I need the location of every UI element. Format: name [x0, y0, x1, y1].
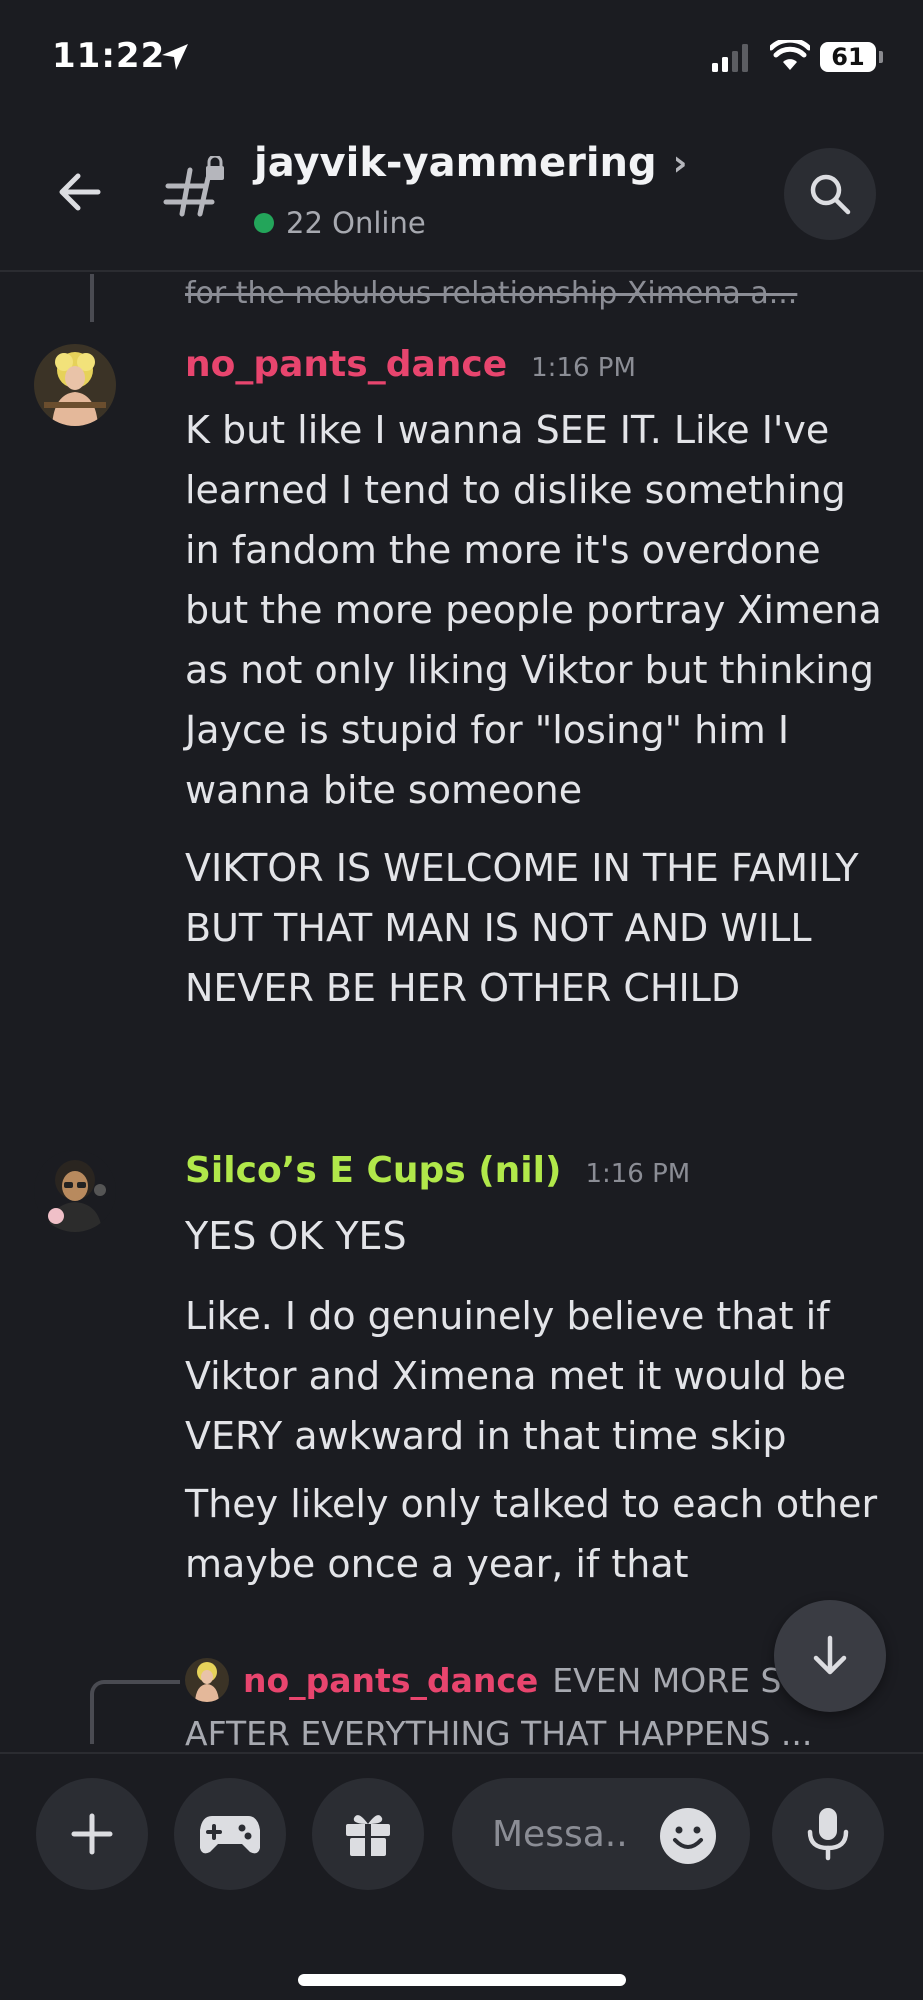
message-header: Silco’s E Cups (nil) 1:16 PM [185, 1150, 690, 1191]
message-text[interactable]: They likely only talked to each other ma… [185, 1474, 885, 1594]
avatar-image [34, 1150, 116, 1232]
add-attachment-button[interactable] [36, 1778, 148, 1890]
avatar[interactable] [34, 344, 116, 426]
avatar[interactable] [34, 1150, 116, 1232]
chevron-right-icon: › [672, 142, 688, 184]
jump-to-latest-button[interactable] [774, 1600, 886, 1712]
locked-hash-icon [163, 156, 224, 217]
voice-message-button[interactable] [772, 1778, 884, 1890]
message-timestamp: 1:16 PM [531, 353, 636, 383]
smiley-icon[interactable] [658, 1806, 718, 1866]
message-text[interactable]: Like. I do genuinely believe that if Vik… [185, 1286, 885, 1466]
avatar-image [34, 344, 116, 426]
reply-avatar [185, 1658, 229, 1702]
discord-channel-screen: 11:22 61 jayvik-yammering › 22 Online fo… [0, 0, 923, 2000]
message-header: no_pants_dance 1:16 PM [185, 344, 636, 385]
online-count: 22 Online [286, 206, 426, 240]
arrow-down-icon [813, 1635, 847, 1675]
channel-header: jayvik-yammering › 22 Online [0, 120, 923, 272]
reply-snippet[interactable]: for the nebulous relationship Ximena a..… [185, 276, 885, 311]
status-time: 11:22 [52, 36, 166, 76]
reply-snippet: EVEN MORE S [552, 1660, 782, 1700]
message-input[interactable]: Messa.. [452, 1778, 750, 1890]
wifi-icon [770, 40, 810, 70]
message-text[interactable]: K but like I wanna SEE IT. Like I've lea… [185, 400, 885, 820]
message-composer: Messa.. [0, 1752, 923, 2000]
reply-snippet-line[interactable]: AFTER EVERYTHING THAT HAPPENS ... [185, 1714, 812, 1750]
location-arrow-icon [162, 44, 188, 70]
gift-button[interactable] [312, 1778, 424, 1890]
search-button[interactable] [784, 148, 876, 240]
gamepad-icon [200, 1816, 260, 1854]
reply-connector [90, 1680, 180, 1744]
plus-icon [71, 1813, 113, 1855]
message-placeholder: Messa.. [492, 1814, 628, 1855]
microphone-icon [807, 1808, 849, 1861]
message-text[interactable]: VIKTOR IS WELCOME IN THE FAMILY BUT THAT… [185, 838, 885, 1018]
activities-button[interactable] [174, 1778, 286, 1890]
online-dot-icon [254, 213, 274, 233]
author-name[interactable]: Silco’s E Cups (nil) [185, 1150, 561, 1191]
battery-nub [879, 51, 883, 63]
gift-icon [346, 1815, 390, 1856]
reply-author: no_pants_dance [243, 1660, 539, 1700]
avatar-image [185, 1658, 229, 1702]
channel-title[interactable]: jayvik-yammering › [254, 140, 687, 186]
cellular-signal-icon [712, 44, 748, 72]
status-bar: 11:22 61 [0, 0, 923, 120]
arrow-left-icon [59, 173, 101, 211]
home-indicator [298, 1974, 626, 1986]
reply-thread-line [90, 274, 94, 322]
author-name[interactable]: no_pants_dance [185, 344, 507, 385]
online-status: 22 Online [254, 206, 426, 240]
message-list[interactable]: for the nebulous relationship Ximena a..… [0, 274, 923, 1750]
back-button[interactable] [48, 160, 112, 224]
message-timestamp: 1:16 PM [585, 1159, 691, 1189]
reply-preview[interactable]: no_pants_dance EVEN MORE S [185, 1658, 781, 1702]
battery-indicator: 61 [820, 42, 876, 72]
channel-name: jayvik-yammering [254, 140, 657, 186]
search-icon [810, 174, 851, 215]
message-text[interactable]: YES OK YES [185, 1206, 885, 1266]
